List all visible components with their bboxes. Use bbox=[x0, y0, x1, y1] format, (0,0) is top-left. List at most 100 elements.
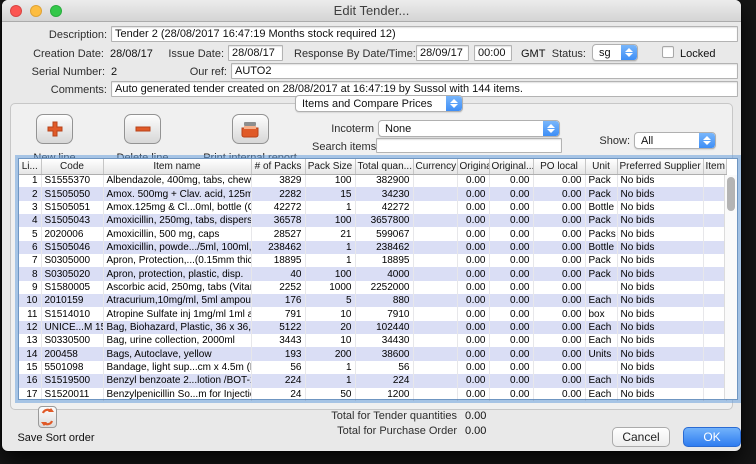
cell-5[interactable]: 34430 bbox=[355, 334, 413, 347]
column-header-12[interactable]: Item C bbox=[703, 159, 726, 174]
cell-5[interactable]: 2252000 bbox=[355, 281, 413, 294]
cell-5[interactable]: 880 bbox=[355, 294, 413, 307]
cell-3[interactable]: 3829 bbox=[251, 174, 305, 187]
cell-10[interactable]: Each bbox=[585, 388, 617, 401]
cell-6[interactable] bbox=[413, 187, 457, 200]
cell-2[interactable]: Amoxicillin, 500 mg, caps bbox=[103, 227, 251, 240]
cell-4[interactable]: 15 bbox=[305, 187, 355, 200]
cell-4[interactable]: 10 bbox=[305, 307, 355, 320]
table-row[interactable]: 102010159Atracurium,10mg/ml, 5ml ampoule… bbox=[19, 294, 726, 307]
cell-1[interactable]: S0305020 bbox=[41, 267, 103, 280]
cell-5[interactable]: 7910 bbox=[355, 307, 413, 320]
cell-3[interactable]: 56 bbox=[251, 361, 305, 374]
cell-5[interactable]: 18895 bbox=[355, 254, 413, 267]
cell-12[interactable] bbox=[703, 241, 726, 254]
cell-7[interactable]: 0.00 bbox=[457, 241, 489, 254]
cell-2[interactable]: Bag, Biohazard, Plastic, 36 x 36, Pcs bbox=[103, 321, 251, 334]
cell-2[interactable]: Amoxicillin, powde.../5ml, 100ml, bottle bbox=[103, 241, 251, 254]
cell-6[interactable] bbox=[413, 214, 457, 227]
cell-11[interactable]: No bids bbox=[617, 334, 703, 347]
column-header-3[interactable]: # of Packs bbox=[251, 159, 305, 174]
cell-8[interactable]: 0.00 bbox=[489, 307, 533, 320]
cell-11[interactable]: No bids bbox=[617, 347, 703, 360]
cell-8[interactable]: 0.00 bbox=[489, 321, 533, 334]
cell-9[interactable]: 0.00 bbox=[533, 187, 585, 200]
cell-2[interactable]: Apron, protection, plastic, disp. bbox=[103, 267, 251, 280]
cell-7[interactable]: 0.00 bbox=[457, 294, 489, 307]
cell-2[interactable]: Amox.125mg & Cl...0ml, bottle (Curam) bbox=[103, 201, 251, 214]
cell-1[interactable]: S1505051 bbox=[41, 201, 103, 214]
cell-9[interactable]: 0.00 bbox=[533, 361, 585, 374]
cell-3[interactable]: 176 bbox=[251, 294, 305, 307]
cell-8[interactable]: 0.00 bbox=[489, 187, 533, 200]
cell-5[interactable]: 42272 bbox=[355, 201, 413, 214]
cell-7[interactable]: 0.00 bbox=[457, 214, 489, 227]
new-line-button[interactable]: New line bbox=[16, 114, 93, 164]
cell-12[interactable] bbox=[703, 388, 726, 401]
table-row[interactable]: 17S1520011Benzylpenicillin So...m for In… bbox=[19, 388, 726, 401]
cell-6[interactable] bbox=[413, 294, 457, 307]
cell-1[interactable]: S0330500 bbox=[41, 334, 103, 347]
cell-8[interactable]: 0.00 bbox=[489, 214, 533, 227]
cell-4[interactable]: 1 bbox=[305, 254, 355, 267]
cell-10[interactable]: Pack bbox=[585, 174, 617, 187]
cell-9[interactable]: 0.00 bbox=[533, 241, 585, 254]
cell-5[interactable]: 599067 bbox=[355, 227, 413, 240]
cell-7[interactable]: 0.00 bbox=[457, 254, 489, 267]
cell-4[interactable]: 5 bbox=[305, 294, 355, 307]
cell-10[interactable]: Pack bbox=[585, 267, 617, 280]
table-row[interactable]: 11S1514010Atropine Sulfate inj 1mg/ml 1m… bbox=[19, 307, 726, 320]
cell-10[interactable] bbox=[585, 281, 617, 294]
cell-10[interactable]: box bbox=[585, 307, 617, 320]
cell-12[interactable] bbox=[703, 294, 726, 307]
cell-10[interactable]: Each bbox=[585, 374, 617, 387]
table-row[interactable]: 52020006Amoxicillin, 500 mg, caps2852721… bbox=[19, 227, 726, 240]
cell-9[interactable]: 0.00 bbox=[533, 214, 585, 227]
cell-12[interactable] bbox=[703, 334, 726, 347]
cell-1[interactable]: UNICE...M 15 bbox=[41, 321, 103, 334]
cell-11[interactable]: No bids bbox=[617, 201, 703, 214]
cell-2[interactable]: Benzyl benzoate 2...lotion /BOT-1000ml bbox=[103, 374, 251, 387]
cell-3[interactable]: 791 bbox=[251, 307, 305, 320]
locked-checkbox[interactable] bbox=[662, 46, 674, 58]
table-row[interactable]: 4S1505043Amoxicillin, 250mg, tabs, dispe… bbox=[19, 214, 726, 227]
cell-1[interactable]: 5501098 bbox=[41, 361, 103, 374]
scrollbar-thumb[interactable] bbox=[727, 177, 735, 211]
cell-6[interactable] bbox=[413, 254, 457, 267]
cell-6[interactable] bbox=[413, 201, 457, 214]
cell-9[interactable]: 0.00 bbox=[533, 307, 585, 320]
cell-3[interactable]: 2282 bbox=[251, 187, 305, 200]
cell-0[interactable]: 5 bbox=[19, 227, 41, 240]
cell-9[interactable]: 0.00 bbox=[533, 227, 585, 240]
cell-3[interactable]: 2252 bbox=[251, 281, 305, 294]
cell-4[interactable]: 100 bbox=[305, 174, 355, 187]
cell-11[interactable]: No bids bbox=[617, 361, 703, 374]
cell-2[interactable]: Amox. 500mg + Clav. acid, 125mg, tabs bbox=[103, 187, 251, 200]
cell-8[interactable]: 0.00 bbox=[489, 254, 533, 267]
table-row[interactable]: 14200458Bags, Autoclave, yellow193200386… bbox=[19, 347, 726, 360]
cell-0[interactable]: 1 bbox=[19, 174, 41, 187]
cell-6[interactable] bbox=[413, 227, 457, 240]
cell-9[interactable]: 0.00 bbox=[533, 321, 585, 334]
cell-11[interactable]: No bids bbox=[617, 307, 703, 320]
zoom-window-icon[interactable] bbox=[50, 5, 62, 17]
cell-6[interactable] bbox=[413, 374, 457, 387]
cell-0[interactable]: 15 bbox=[19, 361, 41, 374]
cell-5[interactable]: 3657800 bbox=[355, 214, 413, 227]
cancel-button[interactable]: Cancel bbox=[612, 427, 670, 447]
delete-line-button[interactable]: Delete line bbox=[104, 114, 181, 164]
cell-1[interactable]: S1555370 bbox=[41, 174, 103, 187]
cell-9[interactable]: 0.00 bbox=[533, 347, 585, 360]
cell-2[interactable]: Ascorbic acid, 250mg, tabs (Vitamin C) bbox=[103, 281, 251, 294]
cell-9[interactable]: 0.00 bbox=[533, 201, 585, 214]
cell-12[interactable] bbox=[703, 227, 726, 240]
table-row[interactable]: 2S1505050Amox. 500mg + Clav. acid, 125mg… bbox=[19, 187, 726, 200]
column-header-0[interactable]: Li... bbox=[19, 159, 41, 174]
cell-4[interactable]: 1 bbox=[305, 361, 355, 374]
cell-6[interactable] bbox=[413, 267, 457, 280]
cell-10[interactable]: Bottle bbox=[585, 241, 617, 254]
table-row[interactable]: 12UNICE...M 15Bag, Biohazard, Plastic, 3… bbox=[19, 321, 726, 334]
cell-10[interactable]: Each bbox=[585, 321, 617, 334]
cell-5[interactable]: 382900 bbox=[355, 174, 413, 187]
cell-3[interactable]: 18895 bbox=[251, 254, 305, 267]
